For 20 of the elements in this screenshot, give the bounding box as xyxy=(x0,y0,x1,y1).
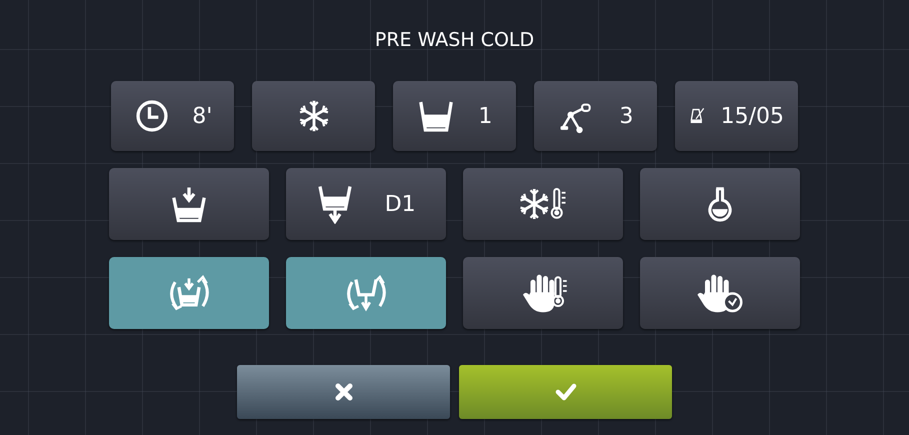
option-button[interactable] xyxy=(463,257,623,329)
tub-drain-icon xyxy=(316,184,354,224)
option-value: 1 xyxy=(478,104,492,128)
option-button[interactable]: 15/05 xyxy=(675,81,798,151)
option-value: 8' xyxy=(192,104,212,128)
option-button[interactable] xyxy=(463,168,623,240)
option-button[interactable] xyxy=(109,168,269,240)
option-button[interactable] xyxy=(252,81,375,151)
option-button[interactable]: 1 xyxy=(393,81,516,151)
option-value: 15/05 xyxy=(720,104,784,128)
option-button[interactable]: D1 xyxy=(286,168,446,240)
option-button[interactable]: 3 xyxy=(534,81,657,151)
option-value: 3 xyxy=(619,104,634,128)
option-button[interactable] xyxy=(640,168,800,240)
cancel-button[interactable] xyxy=(237,365,450,419)
program-title: PRE WASH COLD xyxy=(374,28,536,52)
tub-fill-icon xyxy=(170,185,208,223)
option-value: D1 xyxy=(384,192,416,216)
option-button[interactable] xyxy=(640,257,800,329)
option-button[interactable]: 8' xyxy=(111,81,234,151)
